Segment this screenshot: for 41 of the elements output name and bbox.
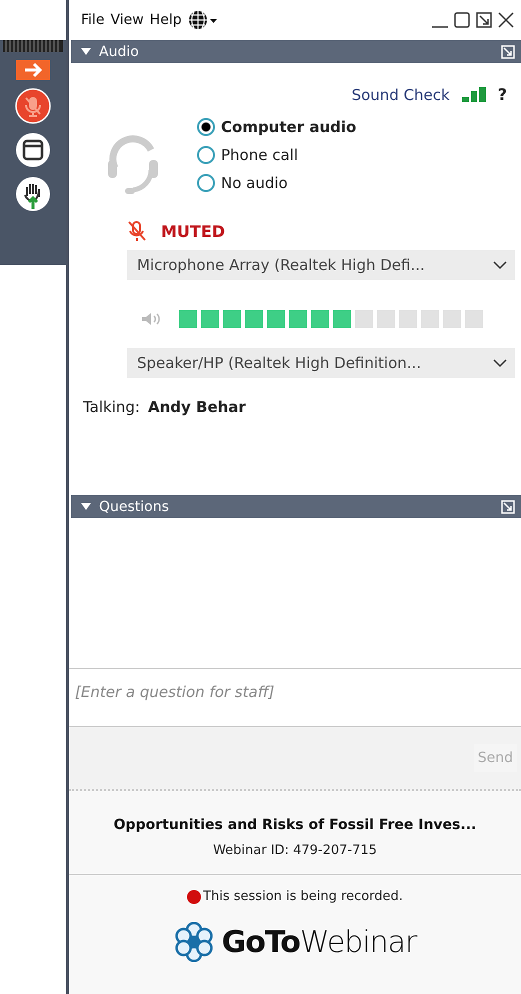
radio-button[interactable] <box>197 174 215 192</box>
radio-label[interactable]: Phone call <box>221 146 298 164</box>
collapse-icon[interactable] <box>81 48 91 56</box>
panel-title: Audio <box>99 44 139 60</box>
sound-check-link[interactable]: Sound Check <box>352 86 450 104</box>
collapse-icon[interactable] <box>81 502 91 510</box>
chevron-icon <box>493 260 507 270</box>
muted-microphone-icon <box>127 220 147 242</box>
undock-icon[interactable] <box>475 11 493 29</box>
recording-dot-icon <box>187 890 202 904</box>
speaker-icon <box>141 312 163 326</box>
webinar-title: Opportunities and Risks of Fossil Free Inves... <box>114 817 476 833</box>
radio-button[interactable] <box>197 118 215 136</box>
talking-name: Andy Behar <box>148 398 246 416</box>
muted-microphone-icon[interactable] <box>15 88 51 124</box>
close-icon[interactable] <box>497 11 515 29</box>
speaker-dropdown[interactable]: Speaker/HP (Realtek High Definition... <box>127 348 515 378</box>
flower-logo-icon <box>174 922 214 962</box>
brand-name: GoToWebinar <box>222 924 416 960</box>
radio-label[interactable]: No audio <box>221 174 288 192</box>
raise-hand-icon[interactable] <box>15 176 51 212</box>
audio-panel-header[interactable]: Audio <box>71 40 521 63</box>
recording-notice: This session is being recorded. <box>203 889 403 904</box>
menu-item[interactable]: View <box>110 12 144 28</box>
globe-icon[interactable] <box>188 10 218 30</box>
menu-item[interactable]: Help <box>150 12 182 28</box>
maximize-icon[interactable] <box>453 11 471 29</box>
window-icon[interactable] <box>15 132 51 168</box>
panel-title: Questions <box>99 498 169 514</box>
questions-panel-header[interactable]: Questions <box>71 495 521 518</box>
grip-icon[interactable] <box>3 40 63 52</box>
webinar-id: Webinar ID: 479-207-715 <box>213 843 377 858</box>
chevron-icon <box>493 358 507 368</box>
microphone-dropdown[interactable]: Microphone Array (Realtek High Defi... <box>127 250 515 280</box>
radio-label[interactable]: Computer audio <box>221 118 356 136</box>
menu-item[interactable]: File <box>81 12 104 28</box>
signal-bars-icon <box>462 86 486 102</box>
radio-button[interactable] <box>197 146 215 164</box>
muted-label: MUTED <box>161 222 226 240</box>
help-link[interactable]: ? <box>498 85 507 104</box>
talking-label: Talking: <box>83 398 140 416</box>
